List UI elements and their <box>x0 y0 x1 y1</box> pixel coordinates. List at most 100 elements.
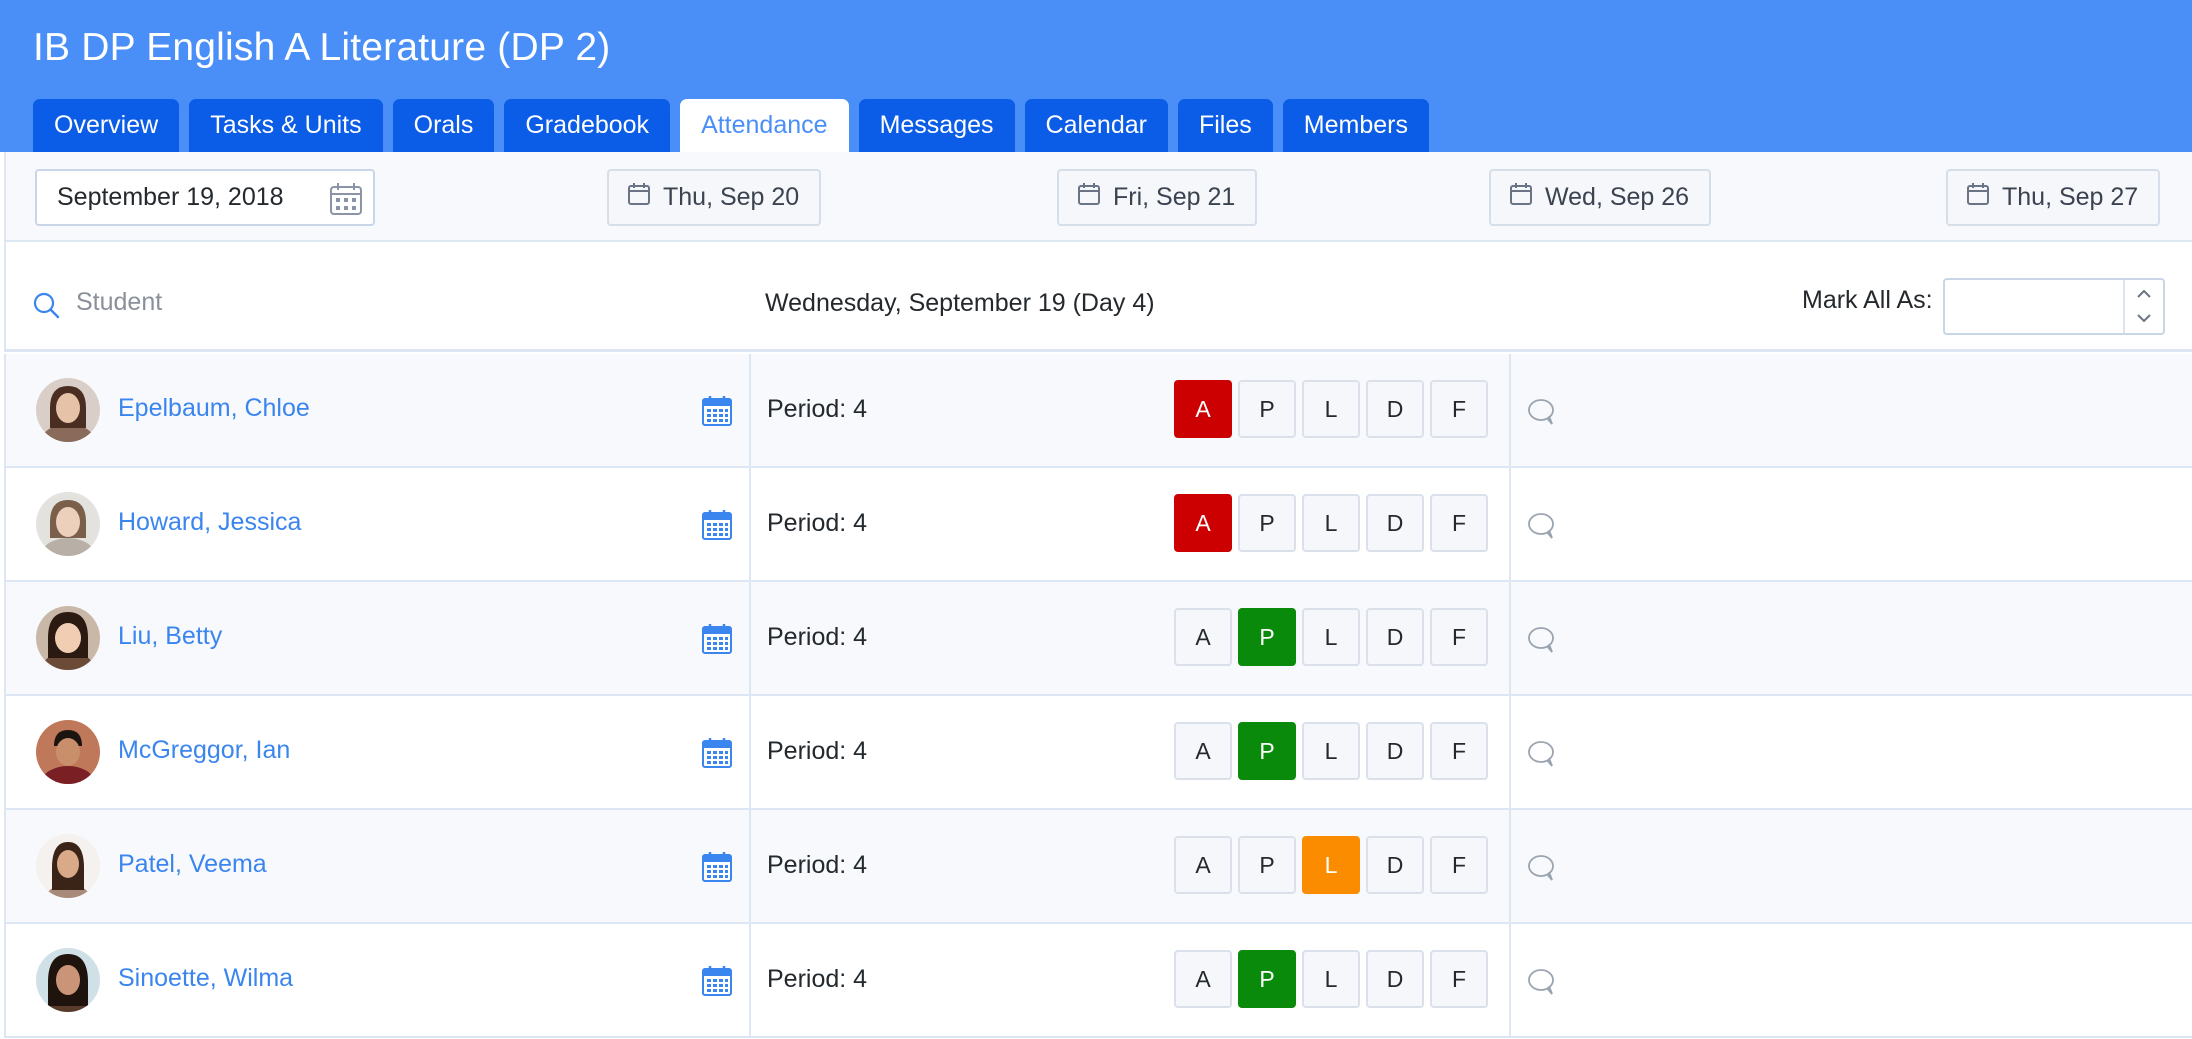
column-divider <box>749 810 751 922</box>
comment-icon[interactable] <box>1527 740 1557 773</box>
tab-files[interactable]: Files <box>1177 99 1273 152</box>
code-button-present[interactable]: P <box>1238 950 1296 1008</box>
code-button-present[interactable]: P <box>1238 836 1296 894</box>
student-avatar <box>36 720 100 784</box>
code-button-f[interactable]: F <box>1430 950 1488 1008</box>
code-button-late[interactable]: L <box>1302 722 1360 780</box>
date-shortcut-label: Thu, Sep 27 <box>2002 183 2139 211</box>
calendar-icon <box>627 182 651 213</box>
column-divider <box>1509 354 1511 466</box>
calendar-grid-icon[interactable] <box>329 182 363 223</box>
code-button-present[interactable]: P <box>1238 722 1296 780</box>
code-button-absent[interactable]: A <box>1174 836 1232 894</box>
student-search-input[interactable] <box>76 282 496 322</box>
comment-icon[interactable] <box>1527 626 1557 659</box>
student-name-link[interactable]: Sinoette, Wilma <box>118 964 293 993</box>
tab-attendance[interactable]: Attendance <box>680 99 849 152</box>
code-button-late[interactable]: L <box>1302 494 1360 552</box>
attendance-code-group: A P L D F <box>1174 836 1488 894</box>
student-name-link[interactable]: Patel, Veema <box>118 850 267 879</box>
column-divider <box>1509 924 1511 1036</box>
column-divider <box>749 468 751 580</box>
code-button-late[interactable]: L <box>1302 950 1360 1008</box>
code-button-f[interactable]: F <box>1430 722 1488 780</box>
tab-calendar[interactable]: Calendar <box>1024 99 1168 152</box>
calendar-icon[interactable] <box>701 395 733 432</box>
mark-all-stepper[interactable] <box>2123 280 2163 333</box>
tab-tasks-units[interactable]: Tasks & Units <box>189 99 383 152</box>
column-divider <box>749 354 751 466</box>
chevron-up-icon[interactable] <box>2136 286 2152 304</box>
date-picker-value: September 19, 2018 <box>57 183 284 211</box>
code-button-d[interactable]: D <box>1366 836 1424 894</box>
date-shortcut-button[interactable]: Wed, Sep 26 <box>1489 169 1712 226</box>
code-button-absent[interactable]: A <box>1174 380 1232 438</box>
calendar-icon[interactable] <box>701 737 733 774</box>
student-row: Patel, Veema Period: 4 A P L D F <box>4 810 2192 924</box>
period-label: Period: 4 <box>767 965 868 993</box>
code-button-late[interactable]: L <box>1302 608 1360 666</box>
code-button-late[interactable]: L <box>1302 380 1360 438</box>
column-divider <box>1509 696 1511 808</box>
mark-all-select[interactable] <box>1943 278 2165 335</box>
code-button-d[interactable]: D <box>1366 494 1424 552</box>
code-button-f[interactable]: F <box>1430 608 1488 666</box>
code-button-present[interactable]: P <box>1238 608 1296 666</box>
code-button-f[interactable]: F <box>1430 380 1488 438</box>
comment-icon[interactable] <box>1527 512 1557 545</box>
calendar-icon[interactable] <box>701 965 733 1002</box>
student-row: McGreggor, Ian Period: 4 A P L D F <box>4 696 2192 810</box>
student-name-link[interactable]: Howard, Jessica <box>118 508 301 537</box>
chevron-down-icon[interactable] <box>2136 310 2152 328</box>
attendance-list: Epelbaum, Chloe Period: 4 A P L D F Howa… <box>4 354 2192 1038</box>
code-button-d[interactable]: D <box>1366 380 1424 438</box>
calendar-icon[interactable] <box>701 623 733 660</box>
student-name-link[interactable]: McGreggor, Ian <box>118 736 290 765</box>
period-label: Period: 4 <box>767 395 868 423</box>
student-name-link[interactable]: Epelbaum, Chloe <box>118 394 310 423</box>
code-button-d[interactable]: D <box>1366 722 1424 780</box>
period-label: Period: 4 <box>767 623 868 651</box>
period-label: Period: 4 <box>767 737 868 765</box>
comment-icon[interactable] <box>1527 968 1557 1001</box>
code-button-absent[interactable]: A <box>1174 494 1232 552</box>
calendar-icon[interactable] <box>701 509 733 546</box>
date-shortcut-label: Fri, Sep 21 <box>1113 183 1236 211</box>
student-row: Epelbaum, Chloe Period: 4 A P L D F <box>4 354 2192 468</box>
code-button-late[interactable]: L <box>1302 836 1360 894</box>
date-shortcut-button[interactable]: Thu, Sep 27 <box>1946 169 2161 226</box>
calendar-icon <box>1509 182 1533 213</box>
tab-messages[interactable]: Messages <box>858 99 1015 152</box>
code-button-present[interactable]: P <box>1238 494 1296 552</box>
date-picker-field[interactable]: September 19, 2018 <box>35 169 375 226</box>
date-navigation: September 19, 2018 Thu, Sep 20 Fri, Sep … <box>4 152 2192 242</box>
mark-all-label: Mark All As: <box>1802 286 1933 314</box>
calendar-icon[interactable] <box>701 851 733 888</box>
attendance-code-group: A P L D F <box>1174 494 1488 552</box>
code-button-f[interactable]: F <box>1430 836 1488 894</box>
code-button-absent[interactable]: A <box>1174 950 1232 1008</box>
tab-orals[interactable]: Orals <box>392 99 495 152</box>
tab-overview[interactable]: Overview <box>33 99 180 152</box>
course-title: IB DP English A Literature (DP 2) <box>33 26 611 69</box>
code-button-absent[interactable]: A <box>1174 722 1232 780</box>
comment-icon[interactable] <box>1527 854 1557 887</box>
code-button-present[interactable]: P <box>1238 380 1296 438</box>
tab-members[interactable]: Members <box>1282 99 1429 152</box>
student-row: Sinoette, Wilma Period: 4 A P L D F <box>4 924 2192 1038</box>
date-shortcut-button[interactable]: Fri, Sep 21 <box>1057 169 1258 226</box>
student-avatar <box>36 834 100 898</box>
calendar-icon <box>1966 182 1990 213</box>
comment-icon[interactable] <box>1527 398 1557 431</box>
code-button-d[interactable]: D <box>1366 950 1424 1008</box>
tab-gradebook[interactable]: Gradebook <box>504 99 671 152</box>
period-label: Period: 4 <box>767 851 868 879</box>
day-label: Wednesday, September 19 (Day 4) <box>765 289 1155 317</box>
column-divider <box>749 696 751 808</box>
student-name-link[interactable]: Liu, Betty <box>118 622 222 651</box>
period-label: Period: 4 <box>767 509 868 537</box>
code-button-absent[interactable]: A <box>1174 608 1232 666</box>
date-shortcut-button[interactable]: Thu, Sep 20 <box>607 169 822 226</box>
code-button-f[interactable]: F <box>1430 494 1488 552</box>
code-button-d[interactable]: D <box>1366 608 1424 666</box>
